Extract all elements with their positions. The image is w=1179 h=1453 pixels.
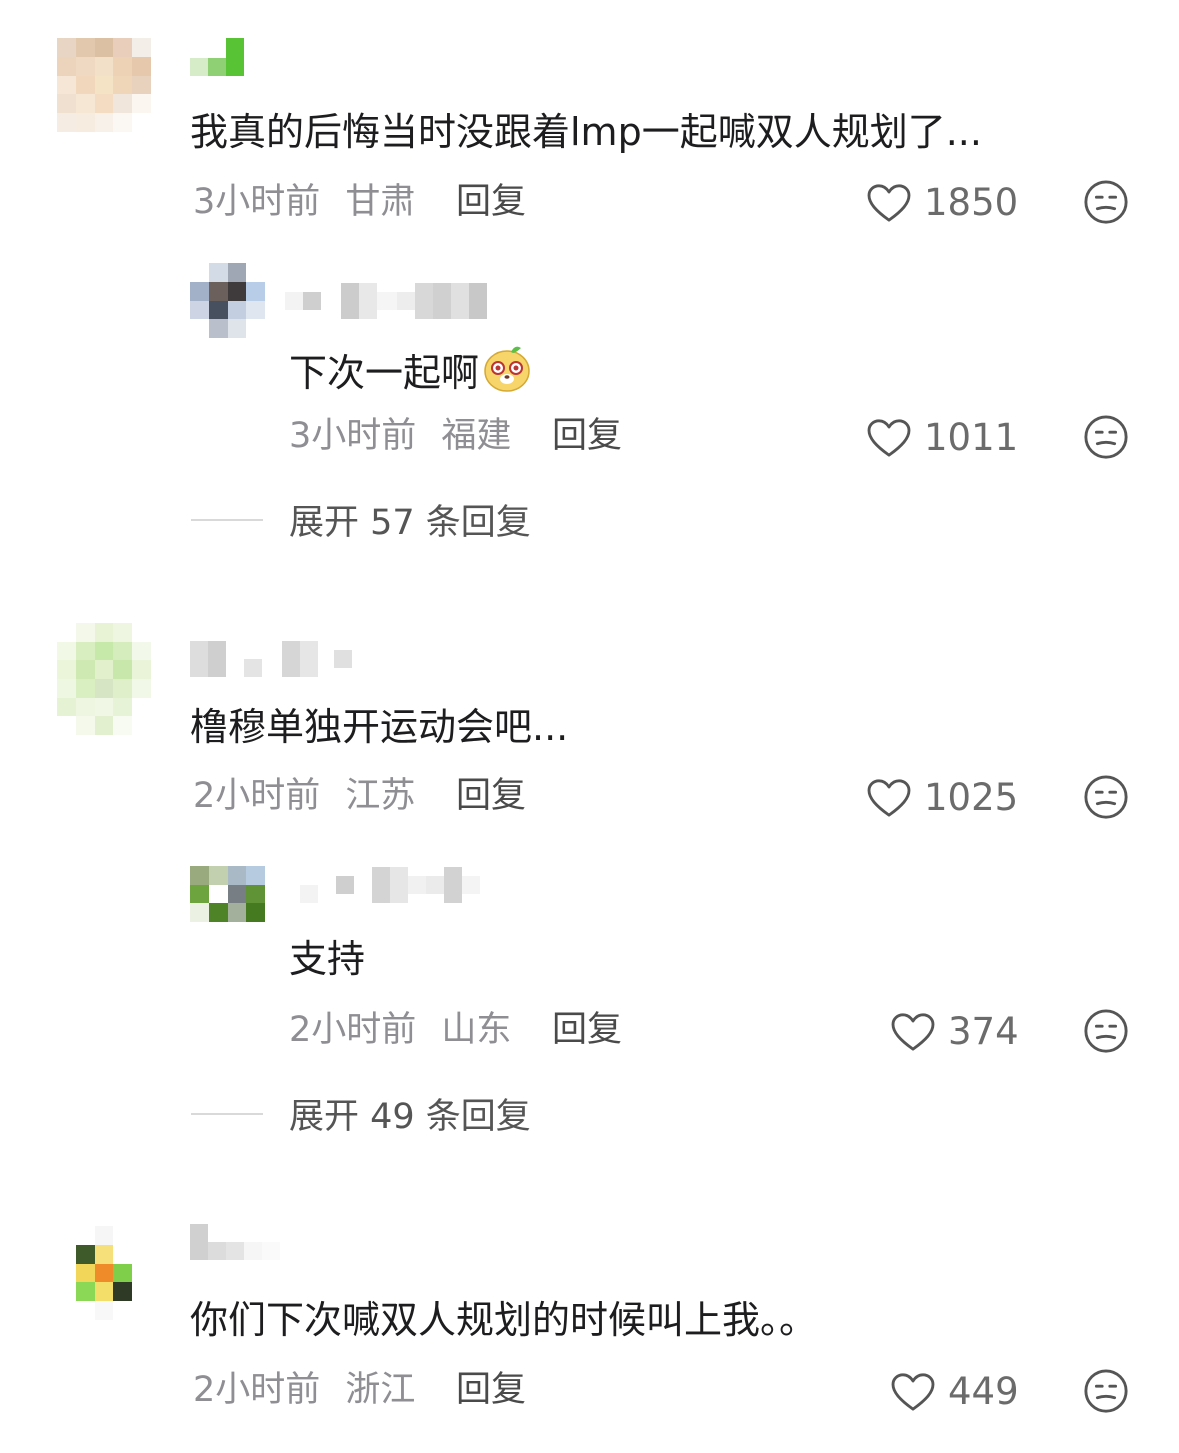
like-count: 374 xyxy=(948,1010,1019,1053)
like-count: 1025 xyxy=(924,776,1019,819)
neutral-face-icon[interactable] xyxy=(1083,414,1129,460)
reply-time: 3小时前 xyxy=(289,416,417,456)
comment-time: 2小时前 xyxy=(193,1370,321,1410)
heart-outline-icon xyxy=(866,778,912,818)
like-button[interactable]: 449 xyxy=(890,1370,1019,1413)
comment-meta: 2小时前 浙江 xyxy=(193,1368,415,1412)
reply-text: 支持 xyxy=(289,937,366,981)
username[interactable] xyxy=(285,283,487,319)
username[interactable] xyxy=(300,867,480,903)
divider-line xyxy=(191,518,263,521)
heart-outline-icon xyxy=(890,1372,936,1412)
comment-time: 3小时前 xyxy=(193,182,321,222)
reply-text: 下次一起啊 xyxy=(289,342,533,397)
like-count: 449 xyxy=(948,1370,1019,1413)
avatar[interactable] xyxy=(57,1226,151,1320)
like-count: 1850 xyxy=(924,181,1019,224)
username[interactable] xyxy=(190,38,244,76)
avatar[interactable] xyxy=(57,38,151,132)
reply-button[interactable]: 回复 xyxy=(456,180,526,224)
heart-outline-icon xyxy=(890,1012,936,1052)
cute-face-emoji xyxy=(484,346,530,392)
comment-meta: 2小时前 江苏 xyxy=(193,774,415,818)
expand-label: 展开 49 条回复 xyxy=(289,1097,531,1137)
heart-outline-icon xyxy=(866,183,912,223)
username[interactable] xyxy=(190,641,352,677)
reply-time: 2小时前 xyxy=(289,1010,417,1050)
reply-location: 山东 xyxy=(441,1010,512,1050)
avatar[interactable] xyxy=(190,263,265,338)
neutral-face-icon[interactable] xyxy=(1083,1368,1129,1414)
reply-button[interactable]: 回复 xyxy=(456,774,526,818)
neutral-face-icon[interactable] xyxy=(1083,179,1129,225)
like-button[interactable]: 1025 xyxy=(866,776,1018,819)
expand-label: 展开 57 条回复 xyxy=(289,503,531,543)
reply-meta: 2小时前 山东 xyxy=(289,1008,511,1052)
divider-line xyxy=(191,1112,263,1115)
expand-replies-button[interactable]: 展开 57 条回复 xyxy=(191,494,531,545)
neutral-face-icon[interactable] xyxy=(1083,1008,1129,1054)
reply-location: 福建 xyxy=(441,416,512,456)
reply-button[interactable]: 回复 xyxy=(552,414,622,458)
like-button[interactable]: 1011 xyxy=(866,416,1018,459)
avatar[interactable] xyxy=(57,623,151,735)
comment-time: 2小时前 xyxy=(193,776,321,816)
like-count: 1011 xyxy=(924,416,1019,459)
comment-meta: 3小时前 甘肃 xyxy=(193,180,415,224)
avatar[interactable] xyxy=(190,866,265,922)
comment-text: 橹穆单独开运动会吧... xyxy=(190,705,569,749)
reply-button[interactable]: 回复 xyxy=(456,1368,526,1412)
comment-text: 我真的后悔当时没跟着lmp一起喊双人规划了... xyxy=(190,110,982,154)
heart-outline-icon xyxy=(866,418,912,458)
neutral-face-icon[interactable] xyxy=(1083,774,1129,820)
reply-button[interactable]: 回复 xyxy=(552,1008,622,1052)
like-button[interactable]: 1850 xyxy=(866,181,1018,224)
comment-location: 甘肃 xyxy=(345,182,416,222)
expand-replies-button[interactable]: 展开 49 条回复 xyxy=(191,1088,531,1139)
username[interactable] xyxy=(190,1224,280,1260)
like-button[interactable]: 374 xyxy=(890,1010,1019,1053)
comment-text: 你们下次喊双人规划的时候叫上我。。 xyxy=(190,1298,818,1342)
reply-meta: 3小时前 福建 xyxy=(289,414,511,458)
comment-location: 浙江 xyxy=(345,1370,416,1410)
comment-location: 江苏 xyxy=(345,776,416,816)
